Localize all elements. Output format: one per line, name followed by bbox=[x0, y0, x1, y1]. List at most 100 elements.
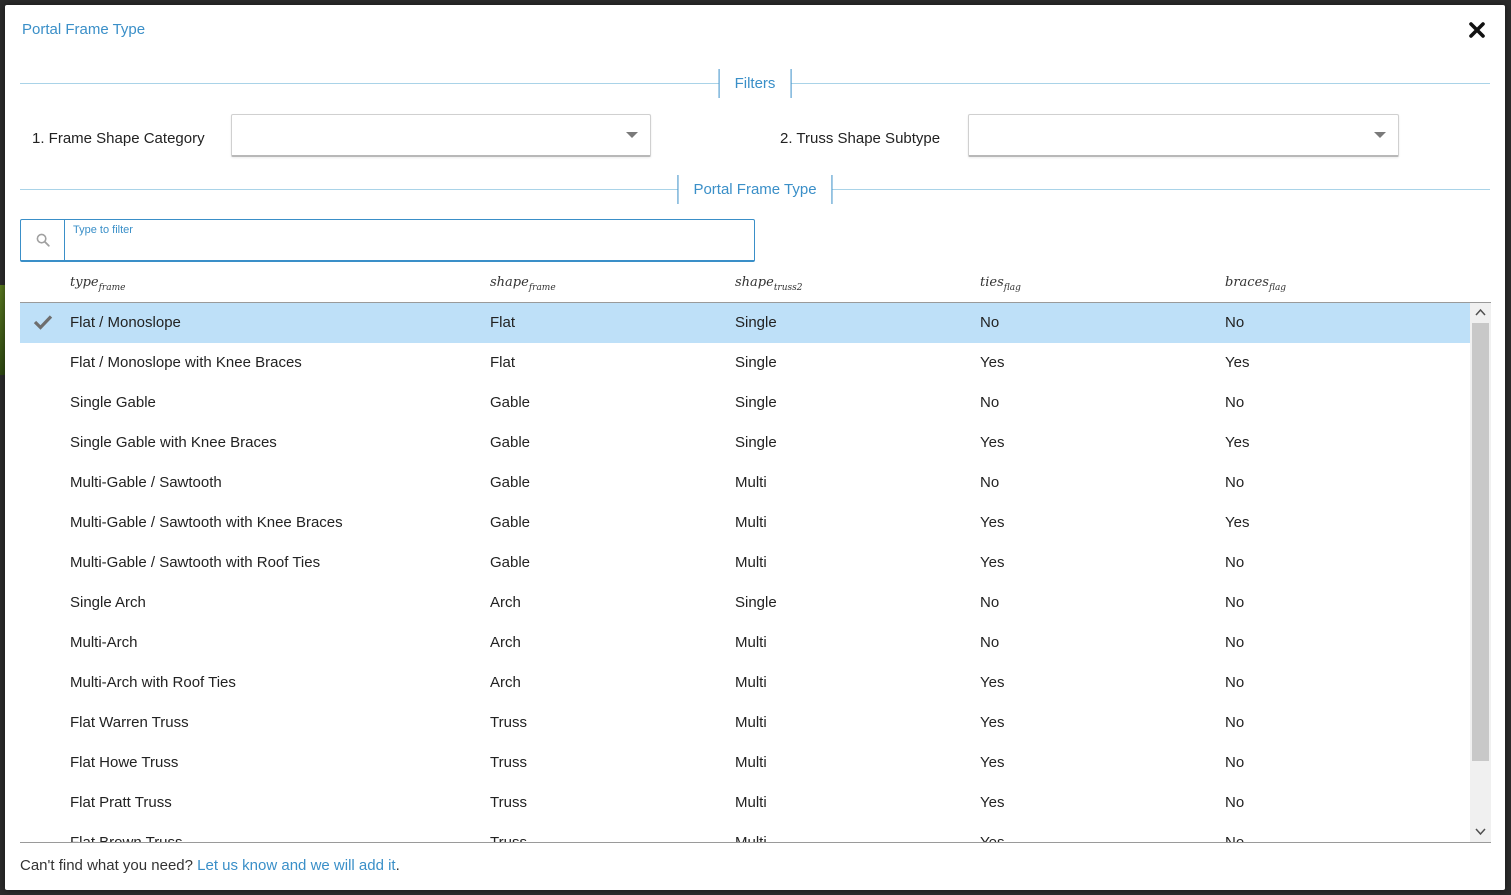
cell-braces-flag: Yes bbox=[1225, 514, 1250, 531]
cell-shape-truss2: Multi bbox=[735, 794, 767, 811]
cell-braces-flag: No bbox=[1225, 474, 1245, 491]
column-header-type-frame[interactable]: typeframe bbox=[70, 275, 125, 293]
footer-text: Can't find what you need? bbox=[20, 857, 198, 874]
cell-ties-flag: Yes bbox=[980, 434, 1005, 451]
frame-shape-category-select[interactable] bbox=[231, 114, 651, 157]
cell-shape-truss2: Multi bbox=[735, 554, 767, 571]
table-row[interactable]: Flat Warren Truss Truss Multi Yes No bbox=[20, 703, 1470, 743]
scrollbar-thumb[interactable] bbox=[1472, 323, 1489, 761]
close-icon bbox=[1469, 22, 1485, 38]
cell-shape-frame: Truss bbox=[490, 714, 527, 731]
cell-braces-flag: No bbox=[1225, 834, 1244, 842]
cell-shape-truss2: Multi bbox=[735, 514, 767, 531]
table-header: typeframe shapeframe shapetruss2 tiesfla… bbox=[20, 267, 1491, 303]
table-body: Flat Brown Truss Truss Multi Yes No Flat Prat… bbox=[20, 303, 1491, 842]
cell-type-frame: Multi-Arch bbox=[70, 634, 138, 651]
cell-braces-flag: No bbox=[1225, 794, 1245, 811]
filter-search-field[interactable]: Type to filter bbox=[20, 219, 755, 262]
cell-type-frame: Flat Howe Truss bbox=[70, 754, 179, 771]
table-row[interactable]: Multi-Gable / Sawtooth Gable Multi No No bbox=[20, 463, 1470, 503]
cell-shape-frame: Flat bbox=[490, 354, 516, 371]
portal-frame-type-heading: Portal Frame Type bbox=[677, 175, 833, 204]
cell-shape-frame: Arch bbox=[490, 594, 521, 611]
cell-ties-flag: No bbox=[980, 394, 1000, 411]
cell-shape-frame: Truss bbox=[490, 754, 527, 771]
cell-ties-flag: Yes bbox=[980, 354, 1005, 371]
cell-shape-frame: Gable bbox=[490, 434, 531, 451]
truss-shape-subtype-select[interactable] bbox=[968, 114, 1399, 157]
table-row[interactable]: Single Arch Arch Single No No bbox=[20, 583, 1470, 623]
cell-shape-frame: Gable bbox=[490, 554, 531, 571]
cell-braces-flag: Yes bbox=[1225, 354, 1250, 371]
search-input[interactable] bbox=[73, 234, 747, 258]
cell-type-frame: Multi-Arch with Roof Ties bbox=[70, 674, 236, 691]
table-row[interactable]: Flat / Monoslope with Knee Braces Flat Sin… bbox=[20, 343, 1470, 383]
cell-shape-truss2: Multi bbox=[735, 634, 767, 651]
cell-type-frame: Multi-Gable / Sawtooth bbox=[70, 474, 222, 491]
cell-ties-flag: Yes bbox=[980, 794, 1005, 811]
column-header-braces-flag[interactable]: bracesflag bbox=[1225, 275, 1286, 293]
cell-type-frame: Single Gable bbox=[70, 394, 156, 411]
cell-ties-flag: No bbox=[980, 314, 1000, 331]
cell-braces-flag: No bbox=[1225, 594, 1245, 611]
cell-type-frame: Multi-Gable / Sawtooth with Knee Braces bbox=[70, 514, 343, 531]
cell-shape-frame: Gable bbox=[490, 514, 531, 531]
cell-shape-frame: Gable bbox=[490, 394, 531, 411]
cell-shape-truss2: Single bbox=[735, 394, 777, 411]
request-addition-link[interactable]: Let us know and we will add it bbox=[197, 857, 395, 874]
cell-type-frame: Flat / Monoslope bbox=[70, 314, 181, 331]
footer-suffix: . bbox=[395, 857, 400, 874]
cell-shape-frame: Truss bbox=[490, 834, 527, 842]
table-row[interactable]: Single Gable Gable Single No No bbox=[20, 383, 1470, 423]
column-header-shape-frame[interactable]: shapeframe bbox=[490, 275, 556, 293]
table-row[interactable]: Flat Brown Truss Truss Multi Yes No bbox=[20, 823, 1470, 842]
cell-braces-flag: No bbox=[1225, 674, 1245, 691]
cell-ties-flag: Yes bbox=[980, 554, 1005, 571]
cell-shape-truss2: Multi bbox=[735, 834, 767, 842]
cell-shape-frame: Gable bbox=[490, 474, 531, 491]
cell-type-frame: Multi-Gable / Sawtooth with Roof Ties bbox=[70, 554, 321, 571]
cell-ties-flag: Yes bbox=[980, 834, 1004, 842]
cell-shape-frame: Arch bbox=[490, 674, 521, 691]
scroll-up-icon[interactable] bbox=[1474, 306, 1487, 319]
cell-braces-flag: Yes bbox=[1225, 434, 1250, 451]
cell-type-frame: Flat Brown Truss bbox=[70, 834, 183, 842]
cell-type-frame: Single Gable with Knee Braces bbox=[70, 434, 277, 451]
chevron-down-icon bbox=[1374, 132, 1386, 138]
close-button[interactable] bbox=[1467, 20, 1487, 40]
table-row[interactable]: Multi-Gable / Sawtooth with Roof Ties Gab… bbox=[20, 543, 1470, 583]
cell-shape-truss2: Single bbox=[735, 354, 777, 371]
checkmark-icon bbox=[33, 315, 53, 330]
cell-ties-flag: No bbox=[980, 594, 1000, 611]
table-row[interactable]: Single Gable with Knee Braces Gable Single… bbox=[20, 423, 1470, 463]
cell-shape-truss2: Single bbox=[735, 314, 777, 331]
table-row[interactable]: Flat Pratt Truss Truss Multi Yes No bbox=[20, 783, 1470, 823]
cell-ties-flag: No bbox=[980, 634, 1000, 651]
table-scrollbar[interactable] bbox=[1470, 303, 1491, 842]
column-header-shape-truss2[interactable]: shapetruss2 bbox=[735, 275, 803, 293]
cell-ties-flag: Yes bbox=[980, 514, 1005, 531]
table-row[interactable]: Multi-Arch Arch Multi No No bbox=[20, 623, 1470, 663]
table-row[interactable]: Multi-Gable / Sawtooth with Knee Braces G… bbox=[20, 503, 1470, 543]
table-row[interactable]: Multi-Arch with Roof Ties Arch Multi Yes No bbox=[20, 663, 1470, 703]
cell-ties-flag: Yes bbox=[980, 754, 1005, 771]
cell-type-frame: Flat Pratt Truss bbox=[70, 794, 172, 811]
truss-shape-subtype-label: 2. Truss Shape Subtype bbox=[780, 130, 941, 147]
scroll-down-icon[interactable] bbox=[1474, 825, 1487, 838]
cell-shape-frame: Flat bbox=[490, 314, 516, 331]
cell-braces-flag: No bbox=[1225, 394, 1245, 411]
table-row[interactable]: Flat Howe Truss Truss Multi Yes No bbox=[20, 743, 1470, 783]
cell-type-frame: Flat / Monoslope with Knee Braces bbox=[70, 354, 302, 371]
cell-shape-truss2: Single bbox=[735, 594, 777, 611]
column-header-ties-flag[interactable]: tiesflag bbox=[980, 275, 1021, 293]
cell-shape-truss2: Multi bbox=[735, 754, 767, 771]
cell-shape-frame: Arch bbox=[490, 634, 521, 651]
cell-shape-truss2: Multi bbox=[735, 474, 767, 491]
cell-ties-flag: Yes bbox=[980, 714, 1005, 731]
filters-heading: Filters bbox=[718, 69, 792, 98]
table-bottom-border bbox=[20, 842, 1491, 843]
cell-braces-flag: No bbox=[1225, 634, 1245, 651]
table-row[interactable]: Flat / Monoslope Flat Single No No bbox=[20, 303, 1470, 343]
cell-shape-truss2: Multi bbox=[735, 674, 767, 691]
search-icon-box bbox=[21, 220, 65, 260]
